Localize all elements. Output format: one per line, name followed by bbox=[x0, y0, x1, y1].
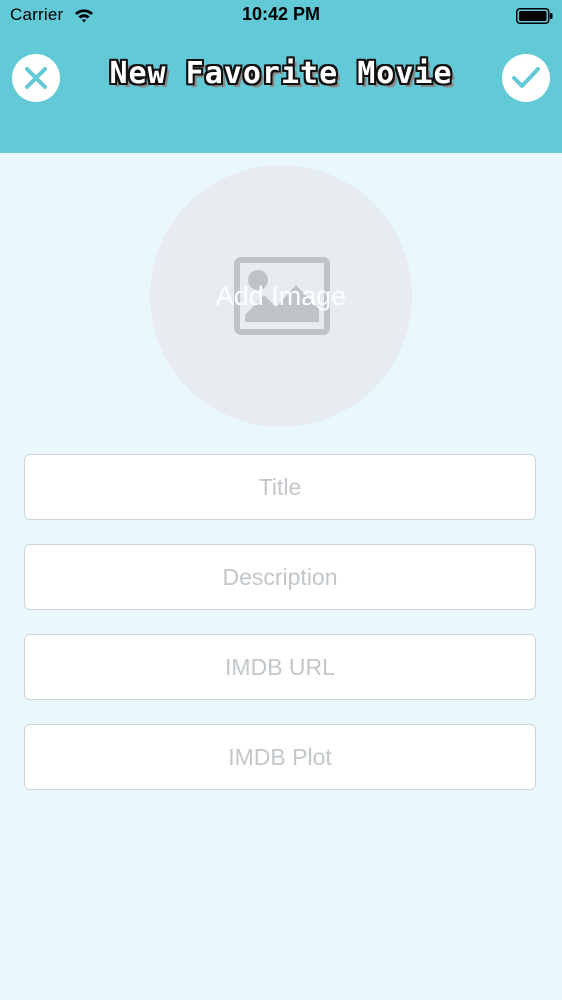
checkmark-icon bbox=[512, 67, 540, 88]
add-image-label: Add Image bbox=[215, 281, 347, 311]
done-button[interactable] bbox=[502, 54, 550, 102]
description-field[interactable] bbox=[24, 544, 536, 610]
title-field[interactable] bbox=[24, 454, 536, 520]
header: Carrier 10:42 PM New Favorite Movie bbox=[0, 0, 562, 153]
imdb-plot-field[interactable] bbox=[24, 724, 536, 790]
status-bar: Carrier 10:42 PM bbox=[0, 0, 562, 32]
imdb-url-field[interactable] bbox=[24, 634, 536, 700]
add-image-button[interactable]: Add Image bbox=[150, 165, 412, 427]
battery-icon bbox=[516, 8, 553, 24]
status-time: 10:42 PM bbox=[241, 4, 321, 24]
page-title: New Favorite Movie bbox=[109, 56, 453, 91]
